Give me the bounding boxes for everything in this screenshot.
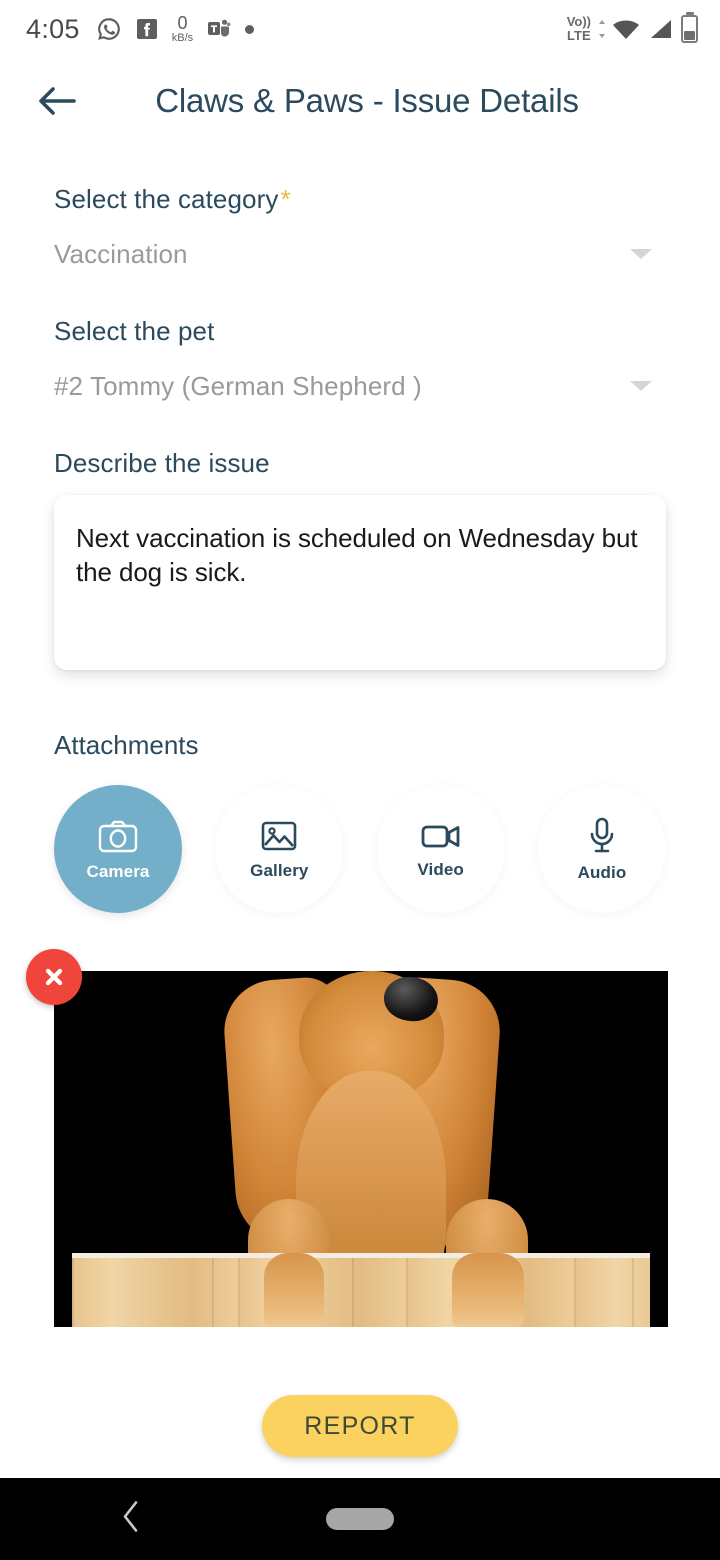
pet-select[interactable]: #2 Tommy (German Shepherd ) bbox=[54, 364, 666, 408]
describe-issue-value: Next vaccination is scheduled on Wednesd… bbox=[76, 523, 638, 588]
category-label: Select the category* bbox=[54, 184, 666, 215]
attachment-preview bbox=[26, 949, 668, 1327]
attachments-label: Attachments bbox=[54, 730, 199, 760]
more-notifications-dot bbox=[245, 24, 255, 34]
category-label-text: Select the category bbox=[54, 184, 279, 214]
describe-label: Describe the issue bbox=[54, 448, 270, 478]
status-system-icons: Vo)) LTE bbox=[567, 15, 698, 43]
data-speed-indicator: 0 kB/s bbox=[171, 13, 194, 44]
attachment-option-gallery-label: Gallery bbox=[250, 860, 309, 880]
describe-issue-input[interactable]: Next vaccination is scheduled on Wednesd… bbox=[54, 495, 666, 670]
cellular-signal-icon bbox=[648, 17, 674, 41]
close-icon bbox=[45, 968, 63, 986]
back-button[interactable] bbox=[26, 70, 88, 132]
attachment-option-audio[interactable]: Audio bbox=[537, 785, 666, 913]
android-navigation-bar bbox=[0, 1478, 720, 1560]
volte-indicator: Vo)) LTE bbox=[566, 14, 591, 43]
whatsapp-icon bbox=[96, 16, 122, 42]
wifi-icon bbox=[611, 17, 641, 41]
status-clock: 4:05 bbox=[26, 13, 80, 44]
attachment-option-audio-label: Audio bbox=[577, 862, 627, 882]
status-notification-icons: 0 kB/s bbox=[96, 13, 255, 44]
app-bar: Claws & Paws - Issue Details bbox=[0, 58, 720, 144]
battery-icon bbox=[681, 15, 698, 43]
chevron-down-icon bbox=[630, 381, 652, 391]
remove-attachment-button[interactable] bbox=[26, 949, 82, 1005]
category-select[interactable]: Vaccination bbox=[54, 232, 666, 276]
actions-row: REPORT bbox=[54, 1395, 666, 1457]
microsoft-teams-icon bbox=[206, 17, 232, 41]
chevron-left-icon bbox=[123, 1501, 138, 1532]
nav-back-button[interactable] bbox=[120, 1500, 142, 1539]
required-asterisk: * bbox=[280, 184, 291, 214]
page-title: Claws & Paws - Issue Details bbox=[155, 82, 579, 119]
attachment-option-camera-label: Camera bbox=[86, 861, 150, 881]
pet-label: Select the pet bbox=[54, 316, 215, 346]
status-bar: 4:05 0 kB/s Vo)) LTE bbox=[0, 0, 720, 58]
attachment-option-video[interactable]: Video bbox=[376, 785, 505, 913]
attachment-option-gallery[interactable]: Gallery bbox=[215, 785, 344, 913]
nav-home-pill[interactable] bbox=[326, 1508, 394, 1530]
issue-form: Select the category* Vaccination Select … bbox=[0, 144, 720, 1478]
attachment-options: Camera Gallery Video Audio bbox=[54, 785, 666, 913]
attachment-option-video-label: Video bbox=[417, 859, 464, 879]
microphone-icon bbox=[590, 817, 614, 852]
image-icon bbox=[262, 821, 297, 850]
camera-icon bbox=[98, 820, 138, 852]
attachment-preview-image[interactable] bbox=[54, 971, 668, 1327]
describe-field-wrap: Next vaccination is scheduled on Wednesd… bbox=[54, 495, 666, 670]
attachment-option-camera[interactable]: Camera bbox=[54, 785, 182, 913]
data-transfer-arrows-icon bbox=[598, 19, 606, 39]
phone-screen: 4:05 0 kB/s Vo)) LTE Claws & Paws - Issu… bbox=[0, 0, 720, 1560]
arrow-left-icon bbox=[39, 87, 76, 115]
chevron-down-icon bbox=[630, 249, 652, 259]
pet-select-value: #2 Tommy (German Shepherd ) bbox=[54, 370, 422, 401]
report-button[interactable]: REPORT bbox=[262, 1395, 458, 1457]
category-select-value: Vaccination bbox=[54, 238, 188, 269]
facebook-icon bbox=[135, 17, 159, 41]
video-camera-icon bbox=[421, 825, 460, 847]
